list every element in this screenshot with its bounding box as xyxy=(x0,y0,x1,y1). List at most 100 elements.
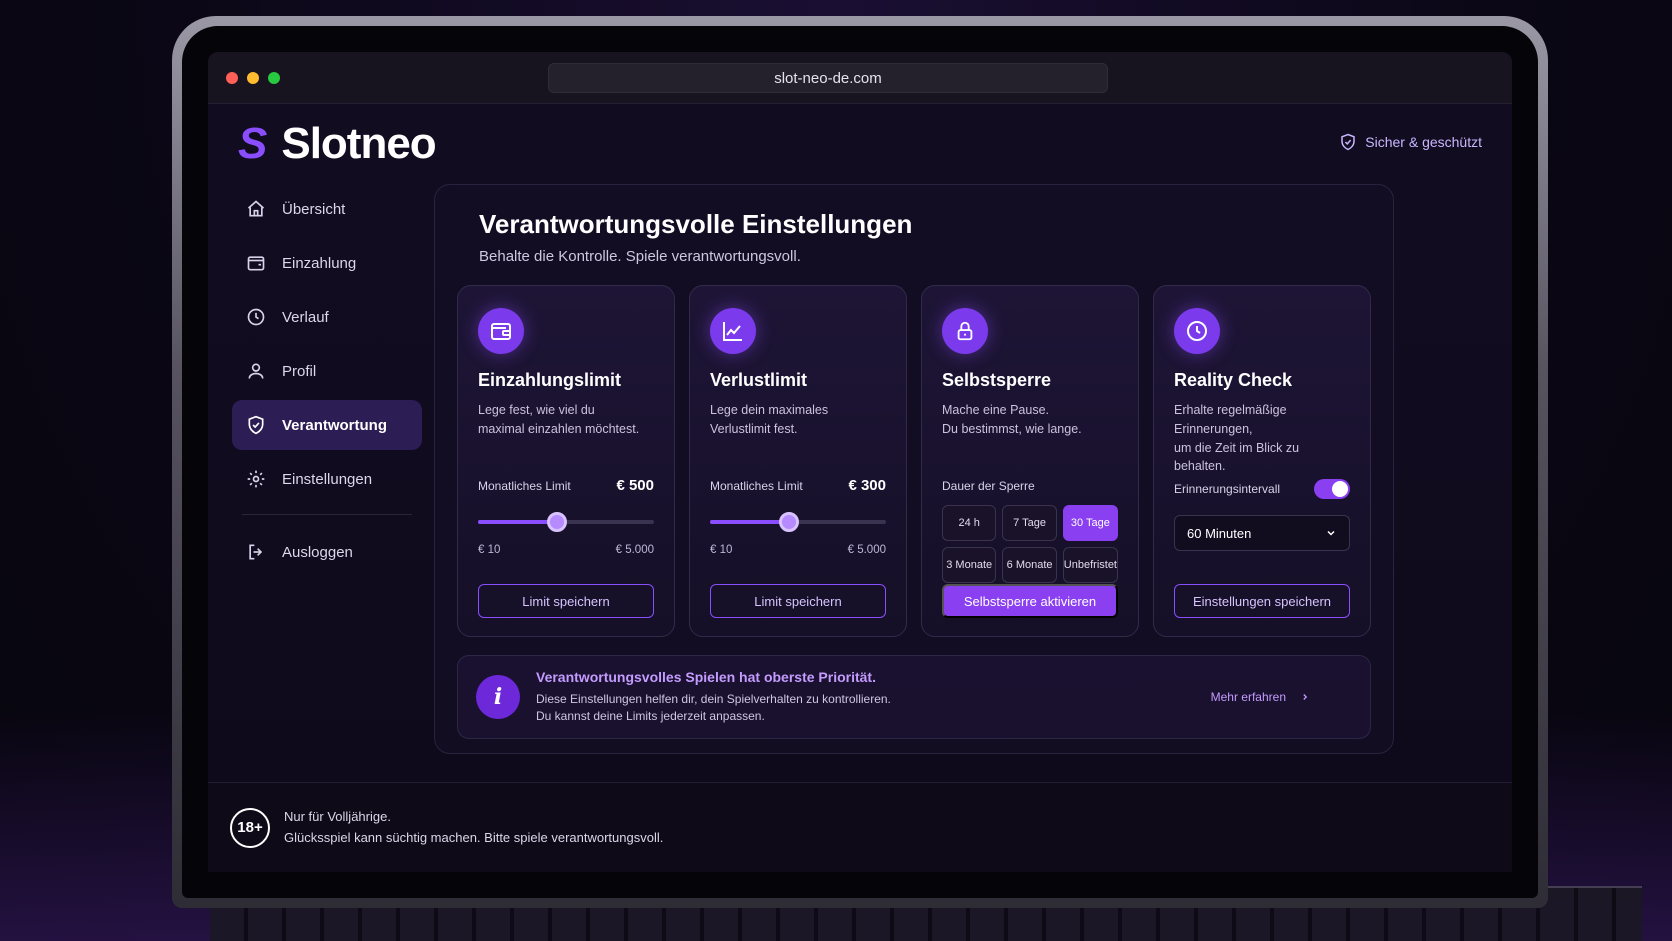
card-title: Einzahlungslimit xyxy=(478,370,622,390)
sidebar-item-label: Ausloggen xyxy=(282,543,353,561)
sidebar-item-label: Verantwortung xyxy=(282,416,388,434)
card-title: Selbstsperre xyxy=(942,370,1052,390)
info-text-line: Diese Einstellungen helfen dir, dein Spi… xyxy=(536,692,891,707)
sidebar-item-history[interactable]: Verlauf xyxy=(232,292,422,342)
deposit-limit-card: Einzahlungslimit Lege fest, wie viel du … xyxy=(457,285,675,637)
browser-window: slot-neo-de.com S Slotneo Sicher & gesch… xyxy=(208,52,1512,872)
card-description-line: um die Zeit im Blick zu behalten. xyxy=(1174,440,1300,474)
address-bar[interactable]: slot-neo-de.com xyxy=(548,63,1108,93)
interval-label: Erinnerungsintervall xyxy=(1174,482,1281,496)
interval-select[interactable]: 60 Minuten xyxy=(1174,515,1350,551)
close-window-button[interactable] xyxy=(226,71,238,84)
card-description-line: Erhalte regelmäßige Erinnerungen, xyxy=(1174,403,1287,436)
card-description: Erhalte regelmäßige Erinnerungen, um die… xyxy=(1174,401,1350,473)
duration-option-6-months[interactable]: 6 Monate xyxy=(1002,547,1057,583)
limit-row: Monatliches Limit € 300 xyxy=(710,477,886,494)
slider-fill xyxy=(710,520,790,524)
card-description-line: Du bestimmst, wie lange. xyxy=(942,421,1082,436)
chart-line-icon xyxy=(723,322,742,341)
slider-handle[interactable] xyxy=(547,512,568,532)
minimize-window-button[interactable] xyxy=(247,71,259,84)
save-settings-button[interactable]: Einstellungen speichern xyxy=(1174,584,1350,618)
duration-options: 24 h 7 Tage 30 Tage 3 Monate 6 Monate Un… xyxy=(942,505,1118,583)
limit-value: € 500 xyxy=(616,477,654,494)
self-exclusion-card: Selbstsperre Mache eine Pause. Du bestim… xyxy=(921,285,1139,637)
card-icon-badge xyxy=(710,308,756,354)
wallet-icon xyxy=(491,323,511,340)
slider-handle[interactable] xyxy=(779,512,800,532)
card-icon-badge xyxy=(478,308,524,354)
logo-mark[interactable]: S xyxy=(238,122,267,166)
sidebar-item-logout[interactable]: Ausloggen xyxy=(232,527,422,577)
footer-line: Nur für Volljährige. xyxy=(284,809,391,825)
learn-more-link[interactable]: Mehr erfahren xyxy=(1211,690,1310,704)
limit-label: Monatliches Limit xyxy=(710,479,803,493)
home-icon xyxy=(247,200,265,217)
clock-icon xyxy=(247,308,265,326)
footer-line: Glücksspiel kann süchtig machen. Bitte s… xyxy=(284,829,664,845)
slider-max-label: € 5.000 xyxy=(615,544,654,556)
lock-icon xyxy=(957,321,973,341)
footer-text: Nur für Volljährige. Glücksspiel kann sü… xyxy=(284,807,663,847)
page-title: Verantwortungsvolle Einstellungen xyxy=(479,209,913,239)
browser-toolbar: slot-neo-de.com xyxy=(208,52,1512,104)
url-text: slot-neo-de.com xyxy=(774,69,882,87)
deposit-limit-slider[interactable] xyxy=(478,512,654,532)
shield-check-icon xyxy=(1341,133,1356,151)
duration-option-7-days[interactable]: 7 Tage xyxy=(1002,505,1057,541)
card-description-line: maximal einzahlen möchtest. xyxy=(478,421,640,436)
duration-option-3-months[interactable]: 3 Monate xyxy=(942,547,997,583)
sidebar-item-label: Profil xyxy=(282,362,317,380)
limit-row: Monatliches Limit € 500 xyxy=(478,477,654,494)
card-description: Lege dein maximales Verlustlimit fest. xyxy=(710,401,886,439)
security-badge: Sicher & geschützt xyxy=(1339,132,1482,152)
sidebar-item-deposit[interactable]: Einzahlung xyxy=(232,238,422,288)
loss-limit-slider[interactable] xyxy=(710,512,886,532)
interval-select-value: 60 Minuten xyxy=(1187,525,1252,541)
save-loss-limit-button[interactable]: Limit speichern xyxy=(710,584,886,618)
logo-text[interactable]: Slotneo xyxy=(281,119,436,169)
slider-min-label: € 10 xyxy=(710,544,733,556)
sidebar-item-profile[interactable]: Profil xyxy=(232,346,422,396)
chevron-down-icon xyxy=(1327,530,1335,536)
laptop-bezel: slot-neo-de.com S Slotneo Sicher & gesch… xyxy=(182,26,1538,898)
sidebar-item-settings[interactable]: Einstellungen xyxy=(232,454,422,504)
slider-fill xyxy=(478,520,558,524)
sidebar-item-label: Einzahlung xyxy=(282,254,357,272)
card-description-line: Lege fest, wie viel du xyxy=(478,403,595,417)
sidebar-item-responsibility[interactable]: Verantwortung xyxy=(232,400,422,450)
info-icon: i xyxy=(476,675,520,719)
age-badge: 18+ xyxy=(230,807,270,848)
security-badge-label: Sicher & geschützt xyxy=(1365,134,1482,150)
slider-range: € 10 € 5.000 xyxy=(710,544,886,556)
slider-range: € 10 € 5.000 xyxy=(478,544,654,556)
info-banner: i Verantwortungsvolles Spielen hat obers… xyxy=(457,655,1371,739)
duration-option-30-days[interactable]: 30 Tage xyxy=(1062,505,1118,541)
shield-icon xyxy=(248,415,264,435)
duration-option-unlimited[interactable]: Unbefristet xyxy=(1062,547,1118,583)
laptop-frame: slot-neo-de.com S Slotneo Sicher & gesch… xyxy=(172,16,1548,908)
activate-self-exclusion-button[interactable]: Selbstsperre aktivieren xyxy=(942,584,1118,618)
page-subtitle: Behalte die Kontrolle. Spiele verantwort… xyxy=(479,248,801,265)
gear-icon xyxy=(247,470,265,488)
duration-option-24h[interactable]: 24 h xyxy=(942,505,997,541)
reminder-toggle[interactable] xyxy=(1314,479,1350,499)
clock-icon xyxy=(1187,321,1207,341)
card-description: Lege fest, wie viel du maximal einzahlen… xyxy=(478,401,654,439)
info-text-line: Du kannst deine Limits jederzeit anpasse… xyxy=(536,709,765,723)
card-icon-badge xyxy=(1174,308,1220,354)
sidebar-item-overview[interactable]: Übersicht xyxy=(232,184,422,234)
chevron-right-icon xyxy=(1303,694,1308,700)
save-deposit-limit-button[interactable]: Limit speichern xyxy=(478,584,654,618)
card-title: Reality Check xyxy=(1174,370,1293,390)
maximize-window-button[interactable] xyxy=(268,71,280,84)
age-warning-footer: 18+ Nur für Volljährige. Glücksspiel kan… xyxy=(208,782,1512,872)
card-title: Verlustlimit xyxy=(710,370,808,390)
info-title: Verantwortungsvolles Spielen hat oberste… xyxy=(536,669,876,686)
app-header: S Slotneo Sicher & geschützt xyxy=(208,104,1512,184)
info-text: Diese Einstellungen helfen dir, dein Spi… xyxy=(536,691,891,725)
limit-value: € 300 xyxy=(848,477,886,494)
logout-icon xyxy=(249,544,263,560)
learn-more-label: Mehr erfahren xyxy=(1210,690,1286,704)
slider-min-label: € 10 xyxy=(478,544,501,556)
